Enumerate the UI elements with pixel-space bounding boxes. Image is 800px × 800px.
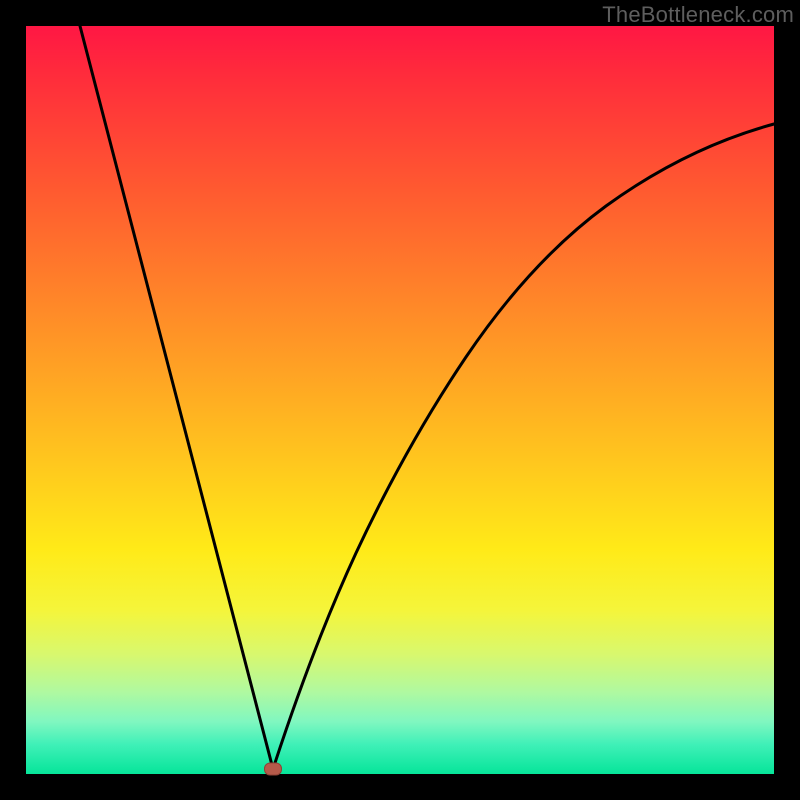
bottleneck-curve [26,26,774,774]
watermark-text: TheBottleneck.com [602,2,794,28]
minimum-marker [264,763,282,776]
plot-area [26,26,774,774]
chart-frame: TheBottleneck.com [0,0,800,800]
curve-path [80,26,774,769]
